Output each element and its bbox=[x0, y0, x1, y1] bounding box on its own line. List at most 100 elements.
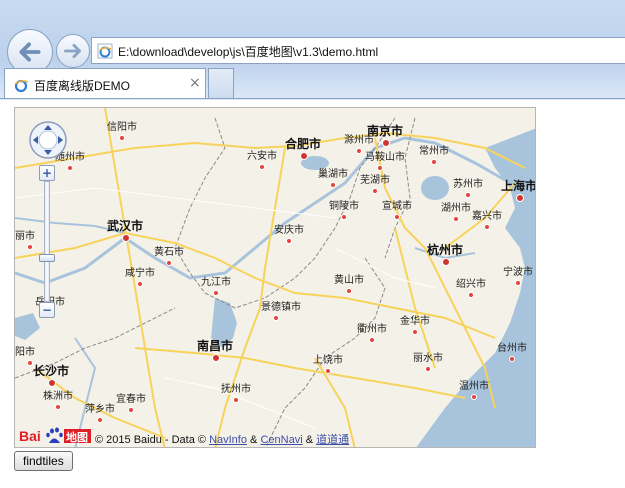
city-marker-icon bbox=[67, 165, 73, 171]
city-label: 宣城市 bbox=[382, 201, 412, 212]
city-marker-icon bbox=[356, 148, 362, 154]
city-label: 马鞍山市 bbox=[365, 152, 405, 163]
city-marker-icon bbox=[27, 244, 33, 250]
city-marker-icon bbox=[119, 135, 125, 141]
city-marker-icon bbox=[509, 356, 515, 362]
city-label: 嘉兴市 bbox=[472, 211, 502, 222]
city-label: 景德镇市 bbox=[261, 302, 301, 313]
city-label: 丽市 bbox=[15, 231, 35, 242]
address-url: E:\download\develop\js\百度地图\v1.3\demo.ht… bbox=[118, 45, 379, 59]
city-label: 金华市 bbox=[400, 316, 430, 327]
logo-label: 地图 bbox=[66, 431, 88, 444]
city-label: 苏州市 bbox=[453, 179, 483, 190]
forward-button[interactable] bbox=[56, 34, 90, 68]
city-marker-icon bbox=[341, 214, 347, 220]
city-marker-icon bbox=[137, 281, 143, 287]
city-marker-icon bbox=[515, 280, 521, 286]
city-marker-icon bbox=[286, 238, 292, 244]
city-marker-icon bbox=[273, 315, 279, 321]
city-label: 杭州市 bbox=[427, 243, 464, 257]
zoom-slider-track[interactable] bbox=[44, 181, 50, 302]
link-daodaotong[interactable]: 道道通 bbox=[316, 434, 349, 446]
copyright-prefix: © 2015 Baidu - Data © bbox=[95, 434, 206, 446]
city-marker-icon bbox=[300, 152, 308, 160]
city-marker-icon bbox=[425, 366, 431, 372]
svg-text:Bai: Bai bbox=[19, 428, 41, 444]
city-marker-icon bbox=[233, 397, 239, 403]
city-label: 南京市 bbox=[367, 124, 404, 138]
city-label: 九江市 bbox=[201, 277, 231, 288]
city-label: 丽水市 bbox=[413, 353, 443, 364]
city-label: 铜陵市 bbox=[329, 201, 359, 212]
city-marker-icon bbox=[369, 337, 375, 343]
city-marker-icon bbox=[412, 329, 418, 335]
map-container[interactable]: 信阳市 滁州市 合肥市 南京市 随州市 六安市 马鞍山市 常州市 巢湖市 芜湖市 苏州市 上海市 铜陵市… bbox=[14, 107, 536, 448]
city-marker-icon bbox=[128, 407, 134, 413]
city-label: 芜湖市 bbox=[360, 175, 390, 186]
city-label: 上饶市 bbox=[313, 355, 343, 366]
city-label: 合肥市 bbox=[285, 137, 322, 151]
city-marker-icon bbox=[372, 188, 378, 194]
city-label: 萍乡市 bbox=[85, 404, 115, 415]
baidu-map-logo: Bai 地图 bbox=[19, 427, 93, 445]
tab-close-icon[interactable]: × bbox=[189, 75, 201, 91]
city-label: 台州市 bbox=[497, 343, 527, 354]
pan-control[interactable] bbox=[28, 120, 68, 160]
city-marker-icon bbox=[97, 417, 103, 423]
findtiles-button[interactable]: findtiles bbox=[14, 451, 73, 471]
tab-demo[interactable]: 百度离线版DEMO × bbox=[4, 68, 206, 99]
paw-icon bbox=[46, 427, 63, 443]
ie-page-icon bbox=[97, 43, 113, 59]
city-label: 信阳市 bbox=[107, 122, 137, 133]
new-tab-button[interactable] bbox=[208, 68, 234, 98]
city-marker-icon bbox=[377, 165, 383, 171]
city-marker-icon bbox=[166, 260, 172, 266]
zoom-out-button[interactable]: − bbox=[39, 302, 55, 318]
city-marker-icon bbox=[382, 139, 390, 147]
link-navinfo[interactable]: NavInfo bbox=[209, 434, 247, 446]
city-label: 抚州市 bbox=[221, 384, 251, 395]
city-label: 温州市 bbox=[459, 381, 489, 392]
city-marker-icon bbox=[48, 379, 56, 387]
city-marker-icon bbox=[453, 216, 459, 222]
content-divider bbox=[0, 98, 625, 99]
address-bar[interactable]: E:\download\develop\js\百度地图\v1.3\demo.ht… bbox=[91, 37, 625, 64]
city-marker-icon bbox=[468, 292, 474, 298]
minus-icon: − bbox=[41, 303, 53, 317]
city-label: 株洲市 bbox=[43, 391, 73, 402]
city-marker-icon bbox=[346, 288, 352, 294]
city-marker-icon bbox=[484, 224, 490, 230]
copyright-amp-2: & bbox=[305, 434, 314, 446]
city-marker-icon bbox=[471, 394, 477, 400]
city-label: 阳市 bbox=[15, 347, 35, 358]
city-marker-icon bbox=[431, 159, 437, 165]
city-marker-icon bbox=[330, 182, 336, 188]
city-marker-icon bbox=[442, 258, 450, 266]
city-label: 黄石市 bbox=[154, 247, 184, 258]
city-label: 衢州市 bbox=[357, 324, 387, 335]
city-marker-icon bbox=[465, 192, 471, 198]
city-marker-icon bbox=[212, 354, 220, 362]
city-label: 宁波市 bbox=[503, 267, 533, 278]
city-label: 宜春市 bbox=[116, 394, 146, 405]
zoom-in-button[interactable]: + bbox=[39, 165, 55, 181]
link-cennavi[interactable]: CenNavi bbox=[260, 434, 302, 446]
city-label: 六安市 bbox=[247, 151, 277, 162]
city-label: 绍兴市 bbox=[456, 279, 486, 290]
city-marker-icon bbox=[55, 404, 61, 410]
city-label: 常州市 bbox=[419, 146, 449, 157]
city-label: 长沙市 bbox=[33, 364, 70, 378]
city-marker-icon bbox=[259, 164, 265, 170]
tab-title: 百度离线版DEMO bbox=[34, 79, 131, 93]
city-marker-icon bbox=[516, 194, 524, 202]
city-label: 黄山市 bbox=[334, 275, 364, 286]
city-label: 南昌市 bbox=[197, 339, 234, 353]
city-marker-icon bbox=[394, 214, 400, 220]
city-label: 武汉市 bbox=[107, 219, 144, 233]
plus-icon: + bbox=[41, 166, 53, 180]
zoom-slider-handle[interactable] bbox=[39, 254, 55, 262]
city-label: 巢湖市 bbox=[318, 169, 348, 180]
city-marker-icon bbox=[122, 234, 130, 242]
copyright: © 2015 Baidu - Data © NavInfo & CenNavi … bbox=[95, 431, 349, 447]
city-label: 上海市 bbox=[501, 179, 536, 193]
